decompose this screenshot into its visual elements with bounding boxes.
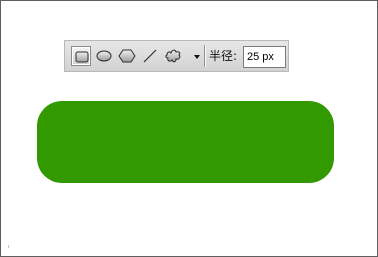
rounded-rectangle-icon [75,51,89,63]
custom-shape-icon [165,49,181,63]
radius-input[interactable] [243,46,286,68]
polygon-tool-button[interactable] [117,46,137,66]
rounded-rectangle-tool-button[interactable] [71,46,91,66]
custom-shape-tool-button[interactable] [163,46,183,66]
rounded-rectangle-shape[interactable] [37,101,334,183]
radius-label: 半径: [209,49,238,63]
hexagon-icon [118,49,136,63]
ellipse-tool-button[interactable] [94,46,114,66]
corner-mark [8,245,9,248]
toolbar-separator [204,45,205,67]
ellipse-icon [96,50,112,62]
shape-options-toolbar: 半径: [64,40,289,72]
line-tool-button[interactable] [140,46,160,66]
shape-dropdown-button[interactable] [187,46,200,66]
canvas: 半径: [0,0,378,257]
line-icon [143,49,157,63]
